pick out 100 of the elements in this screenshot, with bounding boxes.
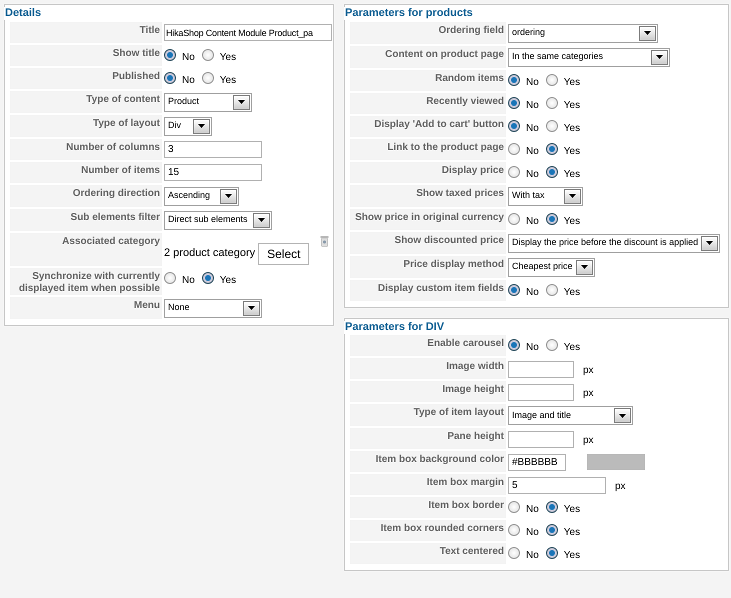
input-field[interactable] [508,430,574,448]
radio-button[interactable] [508,339,520,351]
radio-button[interactable] [508,547,520,559]
input-field[interactable] [508,384,574,400]
radio-button[interactable] [508,284,520,296]
field-label: Sub elements filter [10,208,162,230]
radio-button[interactable] [202,272,214,284]
field-label: Associated category [10,232,162,266]
dropdown[interactable]: None [164,298,262,318]
field-label: Image height [350,381,506,402]
input-field[interactable]: 15 [164,164,262,181]
radio-button[interactable] [508,524,520,536]
field-label: Item box background color [350,451,506,472]
radio-label: Yes [564,286,580,300]
radio-button[interactable] [508,142,520,154]
caret-icon [198,124,205,128]
field-label: Image width [350,358,506,379]
radio-label: No [526,168,539,182]
trash-icon[interactable] [320,234,330,246]
radio-label: Yes [564,526,580,540]
radio-button[interactable] [164,72,176,84]
field-label: Synchronize with currently displayed item when possible [10,268,162,294]
unit-label: px [583,434,594,448]
dropdown[interactable]: Display the price before the discount is applied [508,234,720,252]
radio-button[interactable] [546,74,558,86]
radio-label: No [182,50,195,64]
field-label: Show price in original currency [350,208,506,230]
radio-button[interactable] [164,48,176,60]
dropdown[interactable]: Div [164,116,212,136]
field-label: Item box rounded corners [350,520,506,541]
radio-button[interactable] [508,501,520,513]
input-field[interactable]: HikaShop Content Module Product_pa [164,24,332,41]
field-label: Random items [350,70,506,90]
radio-button[interactable] [202,48,214,60]
radio-button[interactable] [508,120,520,132]
dropdown[interactable]: Image and title [508,406,633,425]
input-field[interactable] [508,360,574,378]
unit-label: px [615,480,626,494]
field-label: Display 'Add to cart' button [350,116,506,136]
radio-button[interactable] [546,212,558,224]
caret-icon [569,194,576,198]
radio-button[interactable] [546,284,558,296]
field-label: Display price [350,162,506,182]
select-button[interactable]: Select [258,242,310,264]
field-label: Display custom item fields [350,280,506,300]
radio-label: Yes [564,549,580,563]
dropdown[interactable]: Direct sub elements [164,210,272,230]
dropdown[interactable]: Cheapest price [508,258,595,276]
radio-label: No [526,214,539,228]
caret-icon [258,218,265,222]
radio-button[interactable] [546,547,558,559]
radio-button[interactable] [202,72,214,84]
dropdown[interactable]: Ascending [164,186,239,206]
input-field[interactable]: 5 [508,476,606,494]
radio-button[interactable] [546,501,558,513]
radio-label: Yes [564,122,580,136]
field-label: Number of items [10,162,162,182]
field-label: Show taxed prices [350,184,506,206]
radio-button[interactable] [508,96,520,108]
radio-label: No [526,122,539,136]
radio-label: Yes [220,274,236,288]
field-label: Price display method [350,256,506,278]
radio-label: Yes [564,341,580,355]
radio-button[interactable] [164,272,176,284]
radio-button[interactable] [546,96,558,108]
field-label: Menu [10,296,162,318]
category-count: 2 product category [164,246,256,260]
section-legend: Details [4,7,42,20]
field-label: Enable carousel [350,335,506,356]
radio-button[interactable] [508,74,520,86]
radio-button[interactable] [546,120,558,132]
input-field[interactable]: #BBBBBB [508,454,566,470]
radio-button[interactable] [546,339,558,351]
caret-icon [580,265,588,269]
radio-button[interactable] [546,166,558,178]
caret-icon [656,55,663,59]
radio-button[interactable] [508,166,520,178]
field-label: Title [10,22,162,42]
unit-label: px [583,387,594,401]
field-label: Item box border [350,497,506,518]
unit-label: px [583,364,594,378]
radio-button[interactable] [508,212,520,224]
radio-label: No [182,274,195,288]
caret-icon [238,100,245,104]
dropdown[interactable]: In the same categories [508,48,670,66]
field-label: Item box margin [350,474,506,495]
radio-label: Yes [220,50,236,64]
input-field[interactable]: 3 [164,141,262,158]
field-label: Pane height [350,428,506,449]
field-label: Link to the product page [350,138,506,160]
dropdown[interactable]: ordering [508,24,658,42]
caret-icon [644,31,651,35]
field-label: Show title [10,44,162,66]
radio-label: Yes [564,76,580,90]
radio-label: Yes [220,74,236,88]
dropdown[interactable]: With tax [508,186,583,206]
field-label: Show discounted price [350,232,506,254]
radio-button[interactable] [546,142,558,154]
radio-button[interactable] [546,524,558,536]
dropdown[interactable]: Product [164,92,252,112]
